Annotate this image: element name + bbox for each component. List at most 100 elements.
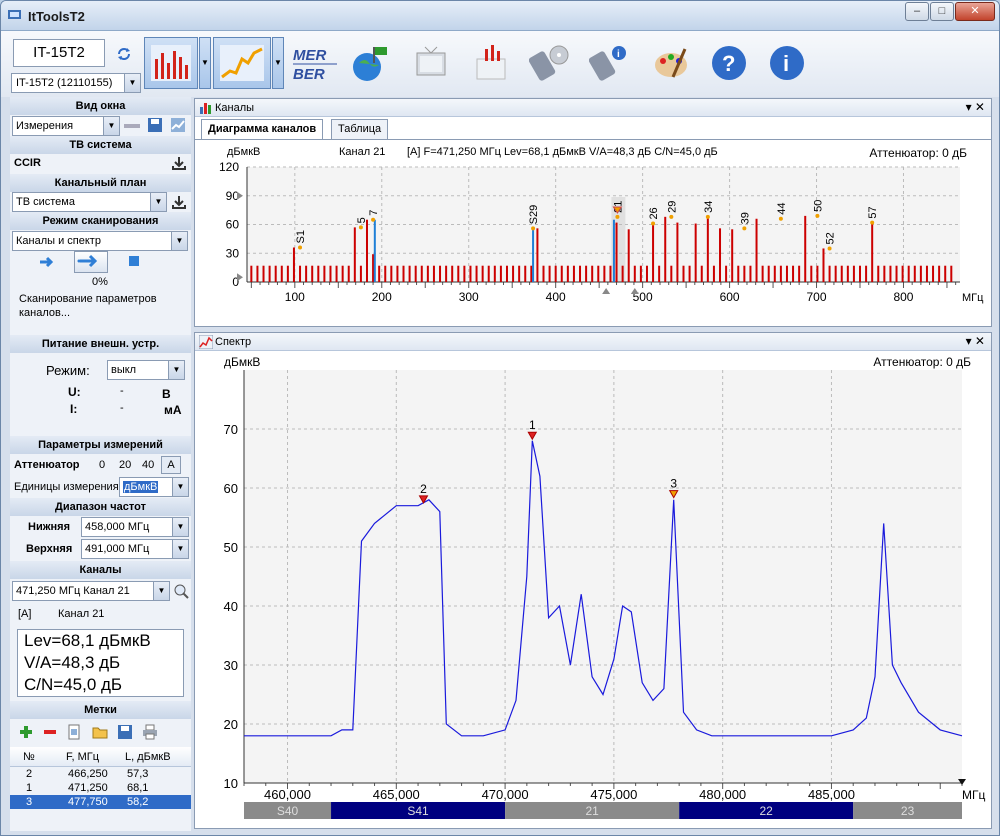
- maximize-button[interactable]: □: [930, 2, 954, 21]
- range-arrow-icon: [602, 288, 611, 294]
- chevron-down-icon: ▼: [153, 582, 169, 600]
- title-bar: ItToolsT2 – □ ✕: [1, 1, 999, 31]
- add-icon[interactable]: [18, 724, 34, 740]
- power-mode-select[interactable]: выкл ▼: [107, 360, 185, 380]
- tab-table[interactable]: Таблица: [331, 119, 389, 139]
- attenuator-auto-button[interactable]: A: [161, 456, 181, 474]
- channel-peak-dot: [651, 221, 656, 226]
- channel-bar: [749, 265, 752, 282]
- chevron-down-icon[interactable]: ▼: [199, 37, 211, 89]
- upper-freq-select[interactable]: 491,000 МГц ▼: [81, 539, 189, 559]
- marker-number: 2: [26, 768, 33, 780]
- spectrum-panel-header: Спектр ▾ ✕: [195, 333, 991, 351]
- about-button[interactable]: i: [765, 37, 809, 89]
- table-row[interactable]: 2 466,250 57,3: [10, 767, 191, 781]
- device-info-button[interactable]: i: [587, 37, 631, 89]
- stop-icon[interactable]: [129, 256, 139, 266]
- units-select[interactable]: дБмкВ ▼: [119, 477, 189, 497]
- remove-icon[interactable]: [42, 724, 58, 740]
- mer-ber-button[interactable]: MER BER: [289, 37, 341, 89]
- channel-bar: [372, 254, 375, 282]
- lower-freq-select[interactable]: 458,000 МГц ▼: [81, 517, 189, 537]
- scan-continuous-button[interactable]: [74, 251, 108, 273]
- spectrum-chart[interactable]: 10 20 30 40 50 60 70 460,000 465,000 470,000 475,0…: [195, 352, 991, 828]
- save-icon[interactable]: [117, 724, 133, 740]
- help-button[interactable]: ?: [707, 37, 751, 89]
- channel-name: Канал 21: [58, 608, 105, 620]
- download-icon[interactable]: [171, 194, 187, 210]
- table-row[interactable]: 3 477,750 58,2: [10, 795, 191, 809]
- table-row[interactable]: 1 471,250 68,1: [10, 781, 191, 795]
- tv-button[interactable]: [409, 37, 453, 89]
- channel-label: 7: [368, 210, 380, 216]
- bar-chart-icon: [200, 103, 211, 114]
- refresh-icon[interactable]: [115, 45, 133, 63]
- chevron-down-icon: ▼: [168, 361, 184, 379]
- open-folder-icon[interactable]: [92, 724, 108, 740]
- channel-bar: [925, 265, 928, 282]
- spectrum-button[interactable]: [213, 37, 271, 89]
- arrow-right-icon[interactable]: [38, 254, 54, 270]
- channel-bar: [512, 265, 515, 282]
- lower-freq-label: Нижняя: [28, 521, 70, 533]
- y-axis-label: дБмкВ: [224, 355, 260, 369]
- channel-bar: [810, 265, 813, 282]
- chart-window-icon[interactable]: [170, 117, 186, 133]
- channel-bar: [938, 265, 941, 282]
- attenuator-option-40[interactable]: 40: [142, 459, 154, 471]
- current-label: I:: [70, 402, 78, 416]
- channel-bar: [439, 265, 442, 282]
- channel-bar: [554, 265, 557, 282]
- print-icon[interactable]: [142, 724, 158, 740]
- device-selector[interactable]: IT-15T2 (12110155) ▼: [11, 73, 141, 93]
- scan-mode-select[interactable]: Каналы и спектр ▼: [12, 231, 188, 251]
- minus-icon[interactable]: [124, 124, 140, 128]
- tab-channel-diagram[interactable]: Диаграмма каналов: [201, 119, 324, 140]
- save-icon[interactable]: [147, 117, 163, 133]
- channel-bar: [268, 265, 271, 282]
- device-disc-button[interactable]: [527, 37, 571, 89]
- channel-plan-select[interactable]: ТВ система ▼: [12, 192, 167, 212]
- chevron-down-icon[interactable]: ▼: [272, 37, 284, 89]
- close-button[interactable]: ✕: [955, 2, 995, 21]
- channel-bar: [250, 265, 253, 282]
- panel-close-icon[interactable]: ▾ ✕: [966, 100, 985, 114]
- channel-bar: [700, 265, 703, 282]
- palette-button[interactable]: [649, 37, 693, 89]
- channel-bar: [591, 265, 594, 282]
- zoom-icon[interactable]: [173, 583, 189, 599]
- attenuator-option-20[interactable]: 20: [119, 459, 131, 471]
- channel-bar: [396, 265, 399, 282]
- download-icon[interactable]: [171, 155, 187, 171]
- marker-frequency: 471,250: [68, 782, 108, 794]
- panel-close-icon[interactable]: ▾ ✕: [966, 334, 985, 348]
- channel-bar: [694, 223, 697, 282]
- channels-chart[interactable]: 0306090120100 200 300 400 500 600 700 800S157 S2…: [195, 140, 991, 327]
- channel-bar: [274, 265, 277, 282]
- minimize-button[interactable]: –: [905, 2, 929, 21]
- document-icon[interactable]: [66, 724, 82, 740]
- channel-bar: [475, 265, 478, 282]
- y-tick-label: 120: [219, 160, 239, 174]
- view-select[interactable]: Измерения ▼: [12, 116, 120, 136]
- channel-label: 44: [776, 203, 788, 215]
- attenuator-option-0[interactable]: 0: [99, 459, 105, 471]
- channel-select[interactable]: 471,250 МГц Канал 21 ▼: [12, 581, 170, 601]
- table-chart-button[interactable]: [469, 37, 513, 89]
- channel-bar: [676, 222, 679, 282]
- y-tick-label: 70: [224, 422, 238, 437]
- scan-mode-value: Каналы и спектр: [16, 235, 101, 247]
- upper-freq-label: Верхняя: [26, 543, 73, 555]
- channel-bar: [865, 265, 868, 282]
- cn-value: C/N=45,0 дБ: [24, 675, 123, 694]
- markers-table: № F, МГц L, дБмкВ 2 466,250 57,3 1 471,250 6…: [10, 747, 191, 809]
- channel-bar: [493, 265, 496, 282]
- channel-bar: [499, 265, 502, 282]
- channel-bar: [420, 265, 423, 282]
- channel-bar: [463, 265, 466, 282]
- channels-panel-title: Каналы: [215, 102, 255, 114]
- globe-button[interactable]: [347, 37, 391, 89]
- channels-chart-button[interactable]: [144, 37, 198, 89]
- channel-bar: [323, 265, 326, 282]
- channel-select-value: 471,250 МГц Канал 21: [16, 585, 130, 597]
